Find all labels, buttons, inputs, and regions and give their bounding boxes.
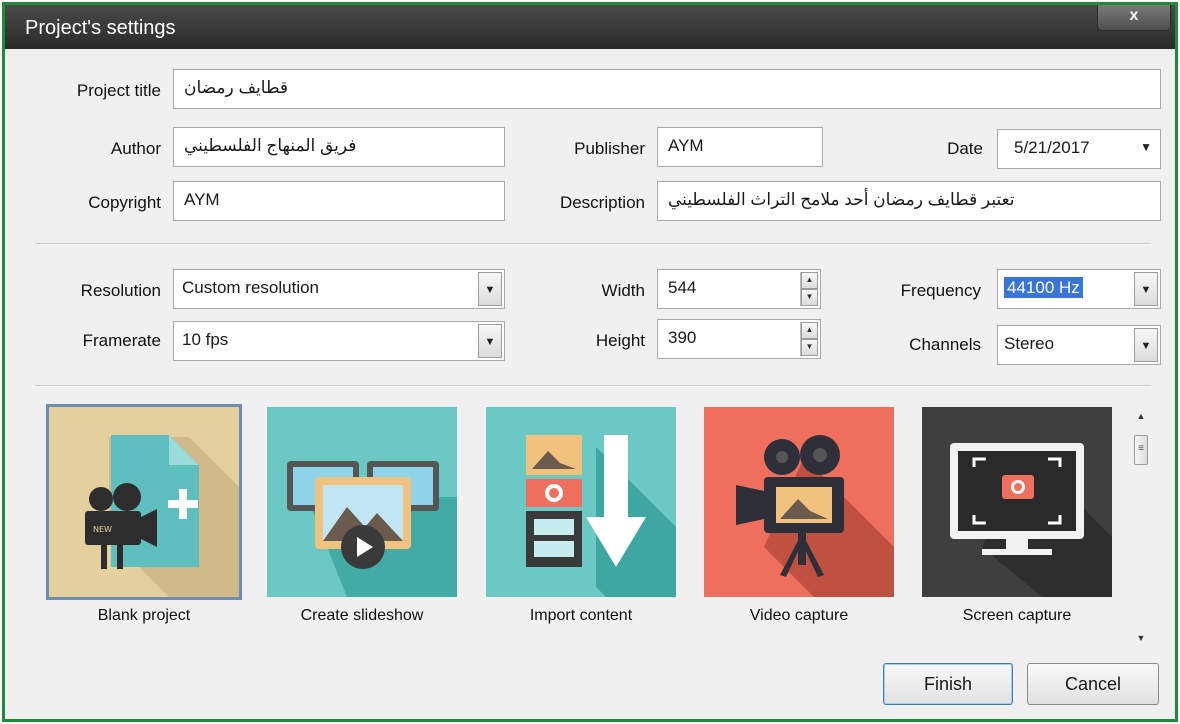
tile-label-blank-project: Blank project: [97, 607, 191, 624]
channels-label: Channels: [909, 335, 981, 354]
tile-video-capture[interactable]: [704, 407, 894, 597]
close-icon: x: [1129, 7, 1139, 24]
width-spinner[interactable]: 544 ▲ ▼: [657, 269, 821, 309]
tile-label-video-capture: Video capture: [749, 607, 849, 624]
separator: [35, 243, 1151, 245]
resolution-value: Custom resolution: [182, 278, 320, 297]
dialog-title: Project's settings: [25, 17, 176, 39]
date-picker[interactable]: 5/21/2017 ▼: [997, 129, 1161, 169]
slideshow-icon: [267, 407, 457, 597]
frequency-select[interactable]: 44100 Hz ▼: [997, 269, 1161, 309]
spin-down-icon[interactable]: ▼: [801, 289, 818, 306]
tile-label-create-slideshow: Create slideshow: [300, 607, 424, 624]
framerate-value: 10 fps: [182, 330, 229, 349]
chevron-down-icon[interactable]: ▼: [1134, 328, 1158, 362]
scrollbar-thumb[interactable]: ≡: [1134, 435, 1148, 465]
project-title-input[interactable]: قطايف رمضان: [173, 69, 1161, 109]
chevron-down-icon[interactable]: ▼: [478, 324, 502, 358]
tile-screen-capture[interactable]: [922, 407, 1112, 597]
frequency-label: Frequency: [900, 281, 981, 300]
chevron-down-icon[interactable]: ▼: [1140, 140, 1152, 154]
scroll-down-icon[interactable]: ▼: [1131, 633, 1151, 643]
title-bar[interactable]: Project's settings x: [5, 5, 1175, 49]
date-label: Date: [947, 139, 983, 158]
copyright-input[interactable]: AYM: [173, 181, 505, 221]
copyright-label: Copyright: [88, 193, 161, 212]
publisher-value: AYM: [668, 136, 704, 155]
cancel-button[interactable]: Cancel: [1027, 663, 1159, 705]
height-value: 390: [668, 328, 697, 347]
project-title-label: Project title: [76, 81, 161, 100]
height-stepper[interactable]: ▲ ▼: [800, 322, 818, 356]
finish-button[interactable]: Finish: [883, 663, 1013, 705]
channels-value: Stereo: [1004, 334, 1055, 353]
chevron-down-icon[interactable]: ▼: [1134, 272, 1158, 306]
date-value: 5/21/2017: [1014, 138, 1090, 157]
height-spinner[interactable]: 390 ▲ ▼: [657, 319, 821, 359]
svg-text:NEW: NEW: [93, 525, 112, 534]
width-stepper[interactable]: ▲ ▼: [800, 272, 818, 306]
description-value: تعتبر قطايف رمضان أحد ملامح التراث الفلس…: [668, 190, 1015, 209]
tile-import-content[interactable]: [486, 407, 676, 597]
framerate-select[interactable]: 10 fps ▼: [173, 321, 505, 361]
tile-blank-project[interactable]: NEW: [46, 404, 242, 600]
height-label: Height: [595, 331, 645, 350]
project-settings-dialog: Project's settings x Project title قطايف…: [2, 2, 1178, 722]
description-input[interactable]: تعتبر قطايف رمضان أحد ملامح التراث الفلس…: [657, 181, 1161, 221]
framerate-label: Framerate: [82, 331, 161, 350]
scroll-up-icon[interactable]: ▲: [1131, 411, 1151, 421]
screen-capture-icon: [922, 407, 1112, 597]
templates-scrollbar[interactable]: ▲ ≡ ▼: [1131, 407, 1151, 643]
tile-label-import-content: Import content: [529, 607, 633, 624]
frequency-value: 44100 Hz: [1004, 277, 1083, 298]
author-label: Author: [110, 139, 161, 158]
channels-select[interactable]: Stereo ▼: [997, 325, 1161, 365]
spin-up-icon[interactable]: ▲: [801, 272, 818, 289]
chevron-down-icon[interactable]: ▼: [478, 272, 502, 306]
resolution-label: Resolution: [80, 281, 161, 300]
close-button[interactable]: x: [1097, 5, 1171, 31]
separator: [35, 385, 1151, 387]
publisher-input[interactable]: AYM: [657, 127, 823, 167]
import-content-icon: [486, 407, 676, 597]
spin-down-icon[interactable]: ▼: [801, 339, 818, 356]
copyright-value: AYM: [184, 190, 220, 209]
description-label: Description: [559, 193, 645, 212]
blank-project-icon: NEW: [49, 407, 239, 597]
spin-up-icon[interactable]: ▲: [801, 322, 818, 339]
video-camera-icon: [704, 407, 894, 597]
width-value: 544: [668, 278, 697, 297]
publisher-label: Publisher: [574, 139, 645, 158]
author-value: فريق المنهاج الفلسطيني: [184, 136, 357, 155]
width-label: Width: [601, 281, 645, 300]
tile-create-slideshow[interactable]: [267, 407, 457, 597]
resolution-select[interactable]: Custom resolution ▼: [173, 269, 505, 309]
author-input[interactable]: فريق المنهاج الفلسطيني: [173, 127, 505, 167]
tile-label-screen-capture: Screen capture: [962, 607, 1072, 624]
project-title-value: قطايف رمضان: [184, 78, 289, 97]
